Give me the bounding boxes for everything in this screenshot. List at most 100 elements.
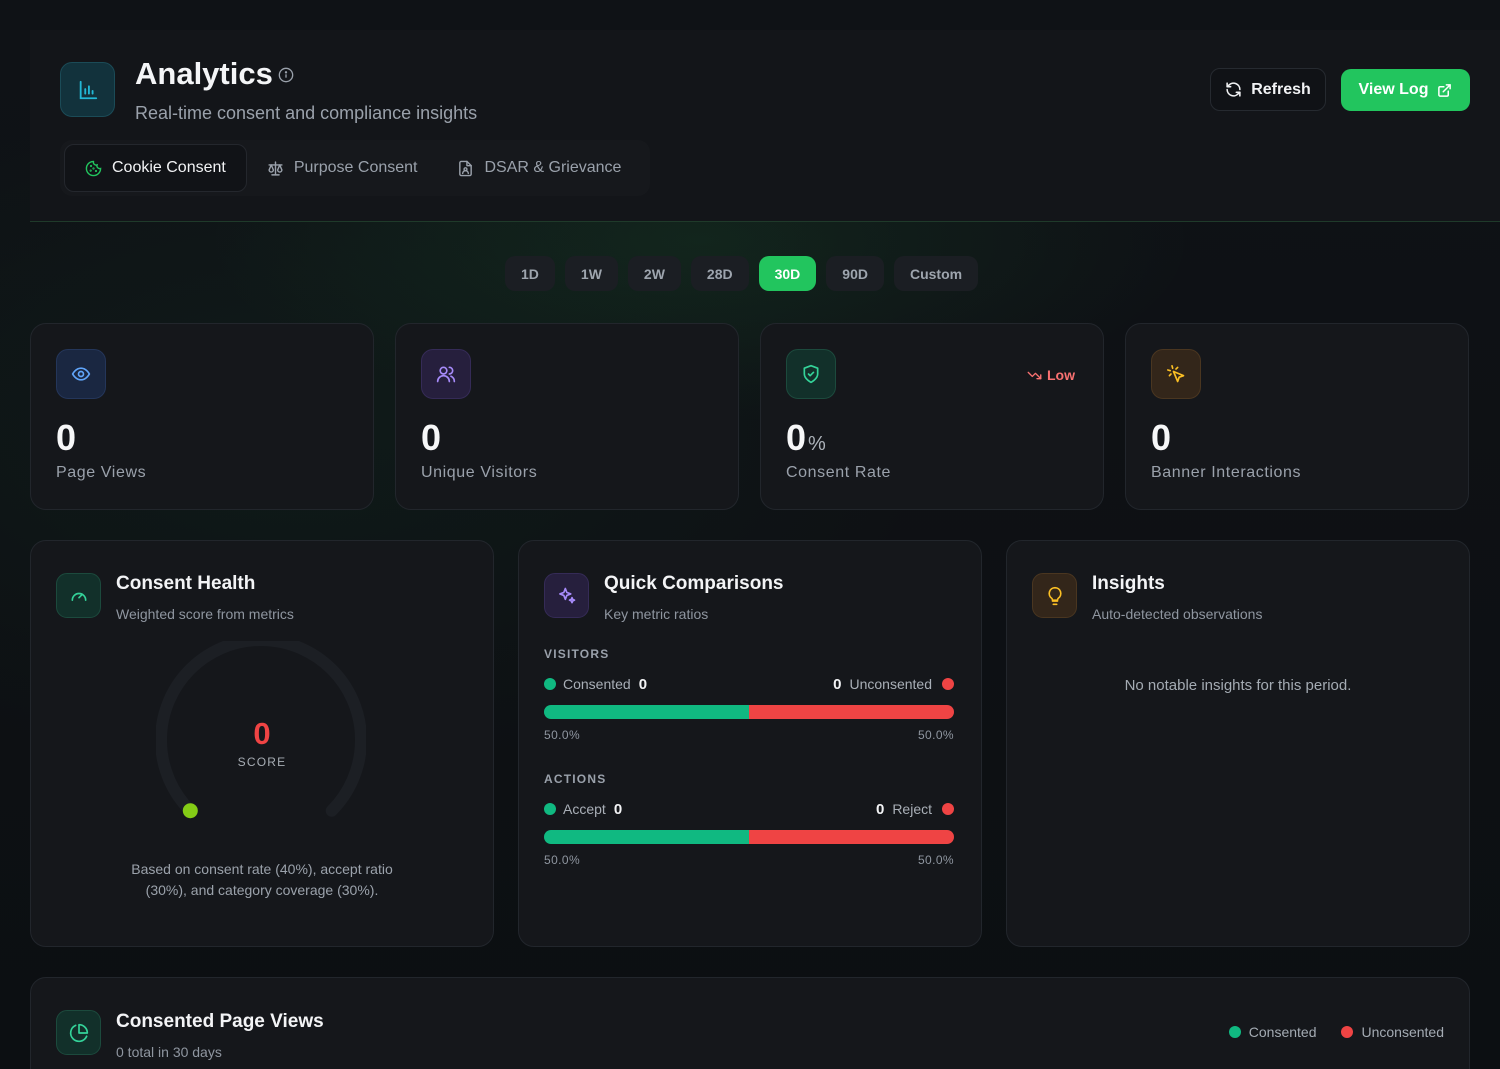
stat-label: Unique Visitors (421, 464, 538, 481)
stat-label: Consent Rate (786, 464, 892, 481)
insights-empty-state: No notable insights for this period. (1124, 677, 1352, 694)
chart-legend: Consented Unconsented (1228, 1024, 1444, 1040)
cookie-icon (85, 160, 102, 176)
stat-label: Page Views (56, 464, 147, 481)
consent-health-panel: Consent Health Weighted score from metri… (30, 540, 494, 947)
score-value: 0 (253, 716, 271, 751)
consented-percent: 50.0% (544, 728, 581, 742)
stat-card-banner-interactions: 0 Banner Interactions (1125, 323, 1469, 510)
bar-chart-icon (60, 62, 115, 117)
tab-label: Cookie Consent (112, 159, 226, 176)
actions-percent-row: 50.0% 50.0% (544, 853, 954, 867)
range-1w[interactable]: 1W (564, 256, 618, 291)
stat-card-page-views: 0 Page Views (30, 323, 374, 510)
trend-badge: Low (1027, 367, 1075, 383)
stat-value: 0 (1151, 417, 1172, 458)
visitors-ratio-bar (544, 705, 954, 719)
pie-chart-icon (56, 1010, 101, 1055)
panel-subtitle: Weighted score from metrics (116, 606, 294, 622)
stat-label: Banner Interactions (1151, 464, 1302, 481)
range-30d[interactable]: 30D (758, 256, 817, 291)
legend-dot (1341, 1026, 1354, 1038)
tab-label: DSAR & Grievance (484, 159, 622, 176)
tab-cookie-consent[interactable]: Cookie Consent (64, 144, 247, 192)
reject-label: Reject (892, 801, 932, 817)
tab-dsar-grievance[interactable]: DSAR & Grievance (437, 144, 641, 192)
unconsented-percent: 50.0% (917, 728, 954, 742)
visitors-section-label: VISITORS (544, 647, 610, 661)
range-28d[interactable]: 28D (690, 256, 749, 291)
range-90d[interactable]: 90D (826, 256, 884, 291)
page-subtitle: Real-time consent and compliance insight… (135, 103, 478, 123)
stat-number: 0 (786, 417, 807, 458)
reject-value: 0 (875, 800, 885, 818)
tab-purpose-consent[interactable]: Purpose Consent (247, 144, 438, 192)
date-range-selector: 1D 1W 2W 28D 30D 90D Custom (505, 256, 979, 291)
legend-label: Unconsented (1361, 1024, 1444, 1040)
header-section: Analytics Real-time consent and complian… (30, 30, 1500, 222)
stat-card-consent-rate: Low 0% Consent Rate (760, 323, 1104, 510)
scale-icon (268, 160, 283, 176)
accept-value: 0 (613, 800, 623, 818)
consented-value: 0 (638, 675, 648, 693)
legend-dot (1228, 1026, 1241, 1038)
score-label: SCORE (237, 755, 287, 769)
gauge-icon (56, 573, 101, 618)
sparkles-icon (544, 573, 589, 618)
view-log-button[interactable]: View Log (1341, 69, 1470, 111)
unconsented-dot (942, 678, 954, 690)
reject-percent: 50.0% (917, 853, 954, 867)
range-2w[interactable]: 2W (627, 256, 681, 291)
reject-bar-segment (749, 830, 954, 844)
consented-dot (544, 678, 556, 690)
unconsented-bar-segment (749, 705, 954, 719)
visitors-comparison-row: Consented 0 0 Unconsented (544, 674, 954, 694)
accept-percent: 50.0% (544, 853, 581, 867)
insights-panel: Insights Auto-detected observations No n… (1006, 540, 1470, 947)
trending-down-icon (1027, 371, 1042, 379)
info-icon[interactable] (278, 67, 294, 83)
panel-title: Insights (1092, 573, 1165, 594)
page-title: Analytics (135, 56, 273, 91)
consented-page-views-card: Consented Page Views 0 total in 30 days … (30, 977, 1470, 1069)
users-icon (421, 349, 471, 399)
stat-unit: % (808, 433, 826, 455)
pointer-click-icon (1151, 349, 1201, 399)
unconsented-label: Unconsented (849, 676, 932, 692)
legend-consented: Consented (1228, 1024, 1317, 1040)
reject-dot (942, 803, 954, 815)
stat-card-unique-visitors: 0 Unique Visitors (395, 323, 739, 510)
refresh-button[interactable]: Refresh (1210, 68, 1326, 111)
actions-ratio-bar (544, 830, 954, 844)
consent-tabs: Cookie Consent Purpose Consent DSAR & Gr… (60, 140, 650, 196)
trend-label: Low (1047, 367, 1075, 383)
range-custom[interactable]: Custom (893, 256, 979, 291)
unconsented-value: 0 (833, 675, 842, 693)
score-explanation: Based on consent rate (40%), accept rati… (131, 861, 393, 898)
shield-check-icon (786, 349, 836, 399)
panel-subtitle: Auto-detected observations (1092, 606, 1263, 622)
panel-subtitle: Key metric ratios (604, 606, 709, 622)
card-subtitle: 0 total in 30 days (116, 1044, 222, 1060)
legend-label: Consented (1248, 1024, 1317, 1040)
gauge-marker (182, 803, 198, 819)
external-link-icon (1438, 83, 1452, 97)
stat-value: 0% (786, 417, 826, 459)
view-log-label: View Log (1358, 81, 1429, 98)
actions-comparison-row: Accept 0 0 Reject (544, 799, 954, 819)
range-1d[interactable]: 1D (505, 256, 555, 291)
lightbulb-icon (1032, 573, 1077, 618)
refresh-label: Refresh (1251, 80, 1311, 98)
accept-label: Accept (563, 801, 606, 817)
quick-comparisons-panel: Quick Comparisons Key metric ratios VISI… (518, 540, 982, 947)
consented-label: Consented (563, 676, 631, 692)
consented-bar-segment (544, 705, 749, 719)
refresh-icon (1226, 82, 1241, 97)
visitors-percent-row: 50.0% 50.0% (544, 728, 954, 742)
file-user-icon (459, 160, 473, 176)
accept-bar-segment (544, 830, 749, 844)
stat-value: 0 (56, 417, 77, 458)
accept-dot (544, 803, 556, 815)
panel-title: Consent Health (116, 573, 256, 594)
legend-unconsented: Unconsented (1341, 1024, 1444, 1040)
